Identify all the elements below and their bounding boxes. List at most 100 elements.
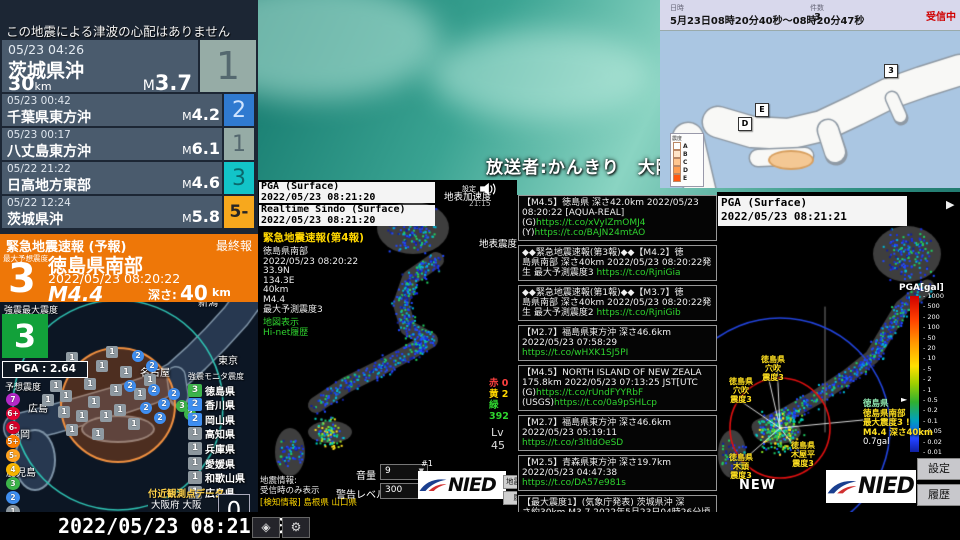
history-row[interactable]: 05/22 21:22 日高地方東部 M4.6 3 xyxy=(2,162,254,194)
video-light-streak xyxy=(430,30,650,120)
tweet-link[interactable]: https://t.co/xVyIZmOMJ4 xyxy=(536,218,646,228)
intensity-badge: 1 xyxy=(222,128,254,160)
tweet-link[interactable]: https://t.co/DA57e981s xyxy=(522,478,626,488)
tweet-text: 2022/05/23 07:58:29 xyxy=(522,338,618,348)
tweet-link[interactable]: https://t.co/0a9pSHLcp xyxy=(554,398,657,408)
tweet-text: 08:20:22 [AQUA-REAL] xyxy=(522,208,625,218)
intensity-badge: 2 xyxy=(188,412,202,426)
intensity-badge: 1 xyxy=(188,471,202,485)
scale-item: 5- xyxy=(6,449,20,462)
tweet-text: 【M4.5】徳島県 深さ42.0km 2022/05/23 xyxy=(522,198,699,208)
map-mode-header: Realtime Sindo (Surface) 2022/05/23 08:21… xyxy=(259,204,435,226)
quake-time: 05/23 00:17 xyxy=(7,129,71,141)
prefecture-row: 2 岡山県 xyxy=(188,412,235,427)
monitor-clock: 21:15 xyxy=(469,199,491,208)
feed-item[interactable]: 【M2.5】青森県東方沖 深さ19.7km 2022/05/23 04:47:38… xyxy=(518,455,717,491)
pga-tick-label: - 200 xyxy=(923,312,940,321)
scale-item: 6+ xyxy=(6,407,20,420)
tweet-text: 島県南部 深さ40km 2022/05/23 08:20:22発 xyxy=(522,298,712,308)
quake-time: 05/23 04:26 xyxy=(8,42,85,57)
eew-final-report: 最終報 xyxy=(215,239,252,253)
feed-item[interactable]: ◆◆緊急地震速報(第1報)◆◆【M3.7】徳 島県南部 深さ40km 2022/0… xyxy=(518,285,717,321)
tweet-link[interactable]: https://t.co/RjniGib xyxy=(596,308,680,318)
level-readout: Lv 45 xyxy=(491,426,505,452)
pga-tick-label: - 5 xyxy=(923,364,932,373)
map-link[interactable]: 地図表示 xyxy=(263,318,308,328)
tweet-text: (Y) xyxy=(522,228,535,238)
prefecture-row: 1 高知県 xyxy=(188,427,235,441)
pga-tick-label: - 100 xyxy=(923,323,940,332)
region-report-marker: D xyxy=(738,117,752,131)
intensity-badge: 1 xyxy=(188,427,202,441)
station-annotation: 徳島県 木頭 震度3 xyxy=(729,453,753,480)
tweet-text: 【最大震度1】(気象庁発表) 茨城県沖 深 xyxy=(522,498,685,508)
tweet-link[interactable]: https://t.co/BAJN24mtAO xyxy=(535,228,646,238)
tweet-text: 生 最大予測震度2 xyxy=(522,308,597,318)
tweet-text: 2022/05/23 05:19:11 xyxy=(522,428,618,438)
settings-button[interactable]: ⚙ xyxy=(282,517,310,538)
tweet-link[interactable]: https://t.co/RjniGia xyxy=(596,268,680,278)
quake-info-button[interactable]: 地震情報 xyxy=(503,475,517,489)
history-row[interactable]: 05/23 00:17 八丈島東方沖 M6.1 1 xyxy=(2,128,254,160)
scale-item: 3 xyxy=(6,477,20,490)
kyoshin-max-intensity: 3 xyxy=(2,314,48,358)
intensity-badge: 1 xyxy=(198,40,256,92)
tweet-link[interactable]: https://t.co/rUndFYYRbF xyxy=(536,388,643,398)
tweet-text: 175.8km 2022/05/23 07:13:25 JST[UTC xyxy=(522,378,698,388)
volume-label: 音量 xyxy=(356,471,376,482)
intensity-report-map-panel: 日時 5月23日08時20分40秒～08時20分47秒 件数 3 受信中 ED3… xyxy=(660,0,960,188)
scale-title: 予想震度 xyxy=(5,383,42,393)
eew-report-headline: 緊急地震速報(第4報) xyxy=(263,232,364,244)
tweet-text: 【M2.7】福島県東方沖 深さ46.6km xyxy=(522,418,671,428)
quake-magnitude: M3.7 xyxy=(142,71,192,95)
station-annotation: 徳島県 木屋平 震度3 xyxy=(791,441,815,468)
speaker-icon[interactable] xyxy=(479,182,497,196)
scale-item: 2 xyxy=(6,491,20,504)
feed-item[interactable]: 【M2.7】福島県東方沖 深さ46.6km 2022/05/23 05:19:11… xyxy=(518,415,717,451)
map-mode-button[interactable]: ◈ xyxy=(252,517,280,538)
earthquake-tweet-feed: 【M4.5】徳島県 深さ42.0km 2022/05/23 08:20:22 [A… xyxy=(517,195,718,512)
diamond-icon: ◈ xyxy=(261,520,271,534)
tweet-text: 【M2.7】福島県東方沖 深さ46.6km xyxy=(522,328,671,338)
eew-depth-value: 40 xyxy=(180,281,208,305)
tweet-text: 【M2.5】青森県東方沖 深さ19.7km xyxy=(522,458,671,468)
receiving-status: 受信中 xyxy=(926,12,956,23)
intensity-badge: 1 xyxy=(188,456,202,470)
history-row[interactable]: 05/23 00:42 千葉県東方沖 M4.2 2 xyxy=(2,94,254,126)
nied-logo: NIED xyxy=(826,470,916,503)
color-count: 赤 0 xyxy=(489,378,509,389)
tweet-link[interactable]: https://t.co/r3ltIdOeSD xyxy=(522,438,623,448)
settings-button[interactable]: 設定 xyxy=(917,458,960,480)
history-button[interactable]: 履歴 xyxy=(917,484,960,506)
feed-item[interactable]: 【M4.5】徳島県 深さ42.0km 2022/05/23 08:20:22 [A… xyxy=(518,195,717,241)
prefecture-name: 和歌山県 xyxy=(205,474,245,486)
intensity-badge: 5- xyxy=(222,196,254,228)
legend-row: C xyxy=(672,158,702,166)
scale-item: 7 xyxy=(6,393,20,406)
warn-level-label: 警告レベル xyxy=(336,490,386,501)
color-count: 黄 2 xyxy=(489,389,509,400)
pga-tick-label: - 1 xyxy=(923,385,932,394)
nearby-station-name: 大阪府 大阪 xyxy=(148,499,217,512)
region-report-marker: 3 xyxy=(884,64,898,78)
feed-item[interactable]: ◆◆緊急地震速報(第3報)◆◆【M4.2】徳 島県南部 深さ40km 2022/0… xyxy=(518,245,717,281)
feed-item[interactable]: 【最大震度1】(気象庁発表) 茨城県沖 深さ約30km M3.7 2022年5月… xyxy=(518,495,717,512)
prefecture-row: 3 徳島県 xyxy=(188,383,235,398)
play-icon[interactable]: ▶ xyxy=(946,198,954,211)
prefecture-list-title: 強震モニタ震度 xyxy=(188,372,244,381)
quake-magnitude: M4.6 xyxy=(182,173,220,192)
feed-item[interactable]: 【M4.5】NORTH ISLAND OF NEW ZEALA 175.8km 2… xyxy=(518,365,717,411)
history-row[interactable]: 05/22 12:24 茨城県沖 M5.8 5- xyxy=(2,196,254,228)
scale-item: 4 xyxy=(6,463,20,476)
tweet-link[interactable]: https://t.co/wHXK1SJ5PI xyxy=(522,348,628,358)
new-event-flag: NEW xyxy=(739,478,777,493)
legend-row: A xyxy=(672,142,702,150)
history-button[interactable]: 履歴 xyxy=(503,491,517,505)
surface-sindo-label: 地表震度 xyxy=(479,239,517,250)
map-link[interactable]: Hi-net履歴 xyxy=(263,328,308,338)
monitor-settings-button[interactable]: 設定 xyxy=(462,184,476,194)
prefecture-intensity-list: 強震モニタ震度 3徳島県2香川県2岡山県1高知県1兵庫県1愛媛県1和歌山県1広島… xyxy=(188,371,258,515)
tweet-text: ◆◆緊急地震速報(第3報)◆◆【M4.2】徳 xyxy=(522,248,684,258)
feed-item[interactable]: 【M2.7】福島県東方沖 深さ46.6km 2022/05/23 07:58:29… xyxy=(518,325,717,361)
station-annotation: 徳島県 穴吹 震度3 xyxy=(729,377,753,404)
